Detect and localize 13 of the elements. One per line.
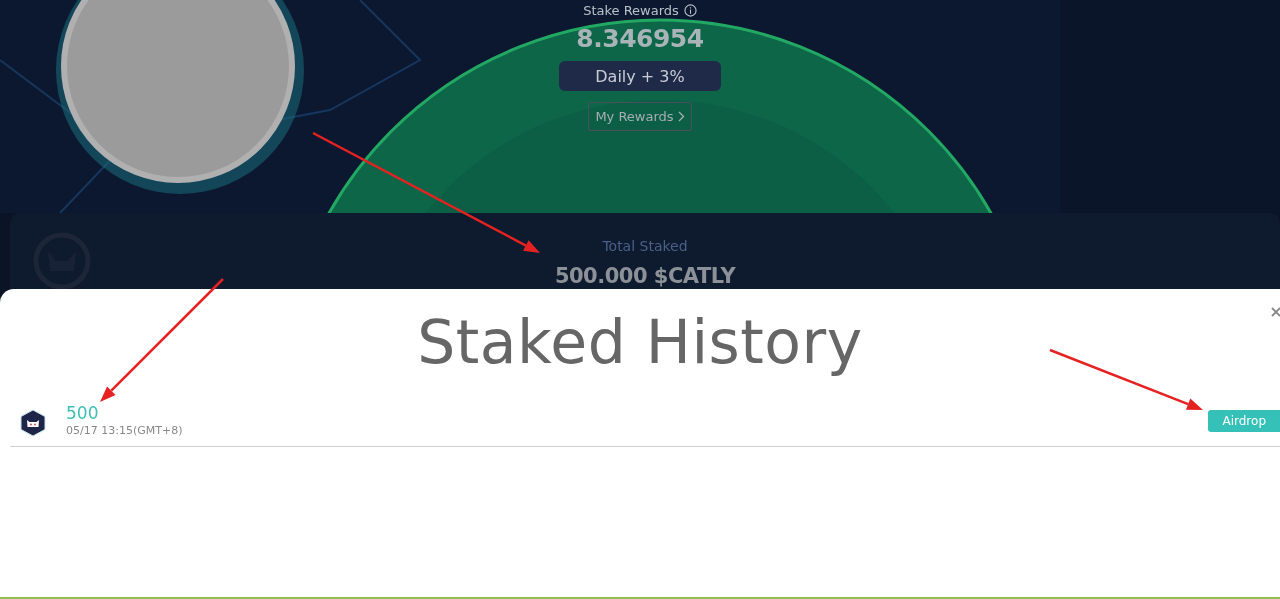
staked-time: 05/17 13:15(GMT+8) (66, 423, 184, 437)
stake-rewards-label: Stake Rewards (583, 3, 679, 18)
modal-title: Staked History (417, 307, 863, 377)
cat-token-icon (20, 408, 46, 437)
my-rewards-button[interactable]: My Rewards (588, 102, 692, 131)
rewards-amount: 8.346954 (576, 24, 704, 53)
daily-rate-badge: Daily + 3% (559, 61, 721, 91)
chevron-right-icon (677, 111, 685, 122)
info-icon[interactable] (683, 4, 697, 17)
staked-amount: 500 (66, 402, 100, 423)
total-staked-label: Total Staked (602, 238, 688, 254)
airdrop-tag: Airdrop (1208, 409, 1280, 432)
total-staked-amount: 500.000 $CATLY (554, 264, 736, 288)
